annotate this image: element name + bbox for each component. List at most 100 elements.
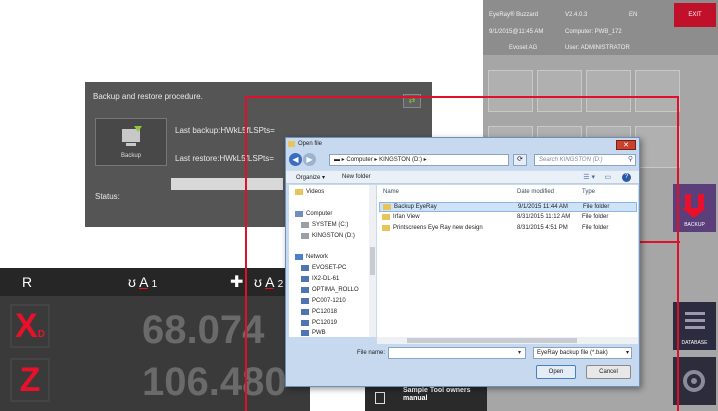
pc-icon [301, 298, 309, 304]
views-icon[interactable]: ☰ ▾ [583, 173, 595, 181]
file-date: 8/31/2015 11:12 AM [517, 214, 571, 220]
nav-label: IX2-DL-61 [312, 276, 340, 282]
breadcrumb-separator: ▸ [421, 157, 427, 163]
nav-scrollbar[interactable] [369, 185, 376, 337]
file-type: File folder [582, 225, 609, 231]
nav-item-pc[interactable]: PC12019 [301, 318, 337, 328]
folder-icon [288, 141, 295, 147]
database-tile[interactable]: DATABASE [673, 302, 716, 350]
sample-manual-tile[interactable]: Sample Tool owners manual [365, 384, 487, 411]
tool-tile[interactable] [586, 70, 631, 112]
nav-item-kingston-drive[interactable]: KINGSTON (D:) [301, 231, 355, 241]
nav-label: Videos [306, 189, 325, 195]
a1-letter: A [139, 274, 148, 290]
tool-tile[interactable] [537, 70, 582, 112]
nav-item-system-drive[interactable]: SYSTEM (C:) [301, 220, 348, 230]
preview-pane-icon[interactable]: ▭ [604, 173, 611, 181]
r-label: R [22, 274, 33, 290]
nav-item-pc[interactable]: OPTIMA_ROLLO [301, 285, 359, 295]
a1-label[interactable]: ʊ A 1 [128, 274, 157, 290]
filename-label: File name: [357, 350, 386, 356]
tool-tile[interactable] [635, 126, 680, 168]
open-button[interactable]: Open [536, 365, 576, 379]
a2-letter: A [265, 274, 274, 290]
drive-icon: ▬ ▸ [334, 157, 347, 163]
z-axis-button[interactable]: Z [10, 358, 50, 402]
nav-scroll-thumb[interactable] [370, 247, 375, 275]
address-bar[interactable]: ▬ ▸ Computer ▸ KINGSTON (D:) ▸ [329, 154, 509, 166]
nav-item-network[interactable]: Network [295, 252, 328, 262]
drive-icon [301, 233, 309, 239]
status-label: Status: [95, 192, 120, 201]
dialog-toolbar: Organize ▾ New folder ☰ ▾ ▭ ? [286, 170, 639, 184]
x-axis-letter: X [15, 306, 38, 345]
navigation-bar: ◀ ▶ ▬ ▸ Computer ▸ KINGSTON (D:) ▸ ⟳ Sea… [289, 152, 638, 168]
nav-label: PC12018 [312, 309, 338, 315]
file-name: Irfan View [393, 214, 420, 220]
a1-sub: 1 [151, 279, 158, 290]
nav-item-pc[interactable]: PWB [301, 328, 326, 338]
help-icon[interactable]: ? [622, 173, 631, 182]
filetype-select[interactable]: EyeRay backup file (*.bak) ▾ [533, 347, 632, 359]
chevron-down-icon: ▾ [625, 350, 629, 356]
nav-label: Network [306, 254, 329, 260]
backup-icon [682, 194, 706, 218]
sample-manual-label: Sample Tool owners manual [403, 387, 471, 402]
column-header-date[interactable]: Date modified [517, 189, 554, 195]
filename-dropdown-icon[interactable]: ▾ [518, 349, 521, 356]
x-axis-button[interactable]: XD [10, 304, 50, 348]
tool-tile[interactable] [488, 70, 533, 112]
cancel-button[interactable]: Cancel [586, 365, 631, 379]
backup-tile[interactable]: BACKUP [673, 184, 716, 232]
x-axis-sub: D [37, 329, 45, 340]
nav-item-pc[interactable]: EVOSET-PC [301, 263, 346, 273]
file-row[interactable]: Backup EyeRay 9/1/2015 11:44 AM File fol… [379, 202, 637, 212]
column-header-type[interactable]: Type [582, 189, 595, 195]
nav-label: EVOSET-PC [312, 265, 347, 271]
nav-item-pc[interactable]: IX2-DL-61 [301, 274, 339, 284]
folder-icon [382, 214, 390, 220]
organize-menu[interactable]: Organize ▾ [296, 174, 325, 181]
plus-icon[interactable]: ✚ [230, 272, 243, 292]
database-tile-label: DATABASE [681, 340, 708, 346]
pc-icon [301, 320, 309, 326]
nav-item-videos[interactable]: Videos [295, 187, 324, 197]
filename-input[interactable] [388, 347, 526, 359]
navigation-pane: Videos Computer SYSTEM (C:) KINGSTON (D:… [289, 185, 376, 337]
column-header-name[interactable]: Name [383, 189, 399, 195]
breadcrumb-computer[interactable]: Computer [346, 157, 372, 163]
backup-button-label: Backup [120, 153, 141, 159]
horizontal-scrollbar[interactable] [377, 337, 638, 344]
restore-icon[interactable]: ⇄ [403, 94, 421, 108]
file-row[interactable]: Irfan View 8/31/2015 11:12 AM File folde… [379, 213, 637, 223]
file-type: File folder [583, 204, 610, 210]
file-row[interactable]: Printscreens Eye Ray new design 8/31/201… [379, 224, 637, 234]
company-name: Evoset AG [509, 45, 538, 51]
language[interactable]: EN [629, 12, 637, 18]
breadcrumb-kingston[interactable]: KINGSTON (D:) [379, 157, 422, 163]
back-button[interactable]: ◀ [289, 153, 302, 166]
tool-tile[interactable] [635, 70, 680, 112]
last-restore-text: Last restore:HWkL5fLSPts= [175, 154, 274, 163]
nav-item-pc[interactable]: PC12018 [301, 307, 337, 317]
settings-tile[interactable] [673, 357, 716, 405]
backup-button[interactable]: Backup [95, 118, 167, 166]
open-file-dialog: Open file ✕ ◀ ▶ ▬ ▸ Computer ▸ KINGSTON … [285, 137, 640, 387]
refresh-icon[interactable]: ⟳ [513, 154, 527, 166]
backup-panel-title: Backup and restore procedure. [93, 92, 203, 101]
new-folder-button[interactable]: New folder [342, 174, 371, 180]
horizontal-scroll-thumb[interactable] [407, 338, 577, 343]
nav-item-computer[interactable]: Computer [295, 209, 332, 219]
nav-item-pc[interactable]: PC007-1210 [301, 296, 346, 306]
search-icon[interactable]: ⚲ [628, 155, 633, 165]
search-input[interactable]: Search KINGSTON (D:) ⚲ [534, 154, 636, 166]
a2-tail: 2 [277, 279, 284, 290]
exit-button[interactable]: EXIT [674, 3, 716, 27]
computer-name: Computer: PWB_172 [565, 29, 622, 35]
forward-button[interactable]: ▶ [303, 153, 316, 166]
close-button[interactable]: ✕ [616, 140, 636, 150]
dialog-titlebar[interactable]: Open file ✕ [286, 138, 639, 151]
a2-label[interactable]: ʊ A 2 [254, 274, 283, 290]
nav-label: OPTIMA_ROLLO [312, 287, 359, 293]
a1-prefix: ʊ [128, 274, 136, 290]
